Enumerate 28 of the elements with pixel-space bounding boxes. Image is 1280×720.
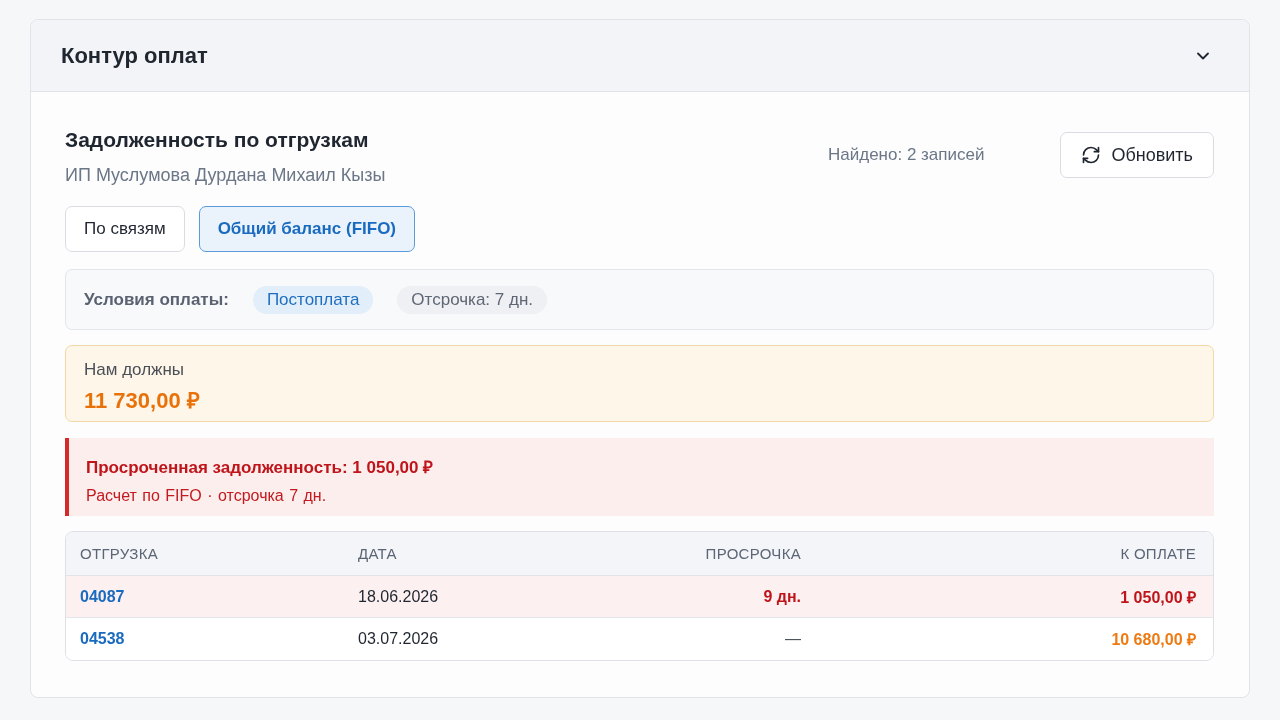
overdue-days-cell: 9 дн. <box>763 587 801 606</box>
column-header: ПРОСРОЧКА <box>705 545 801 562</box>
refresh-icon <box>1081 145 1102 165</box>
alert-details: Расчет по FIFO · отсрочка 7 дн. <box>86 487 327 505</box>
amount-cell-text: 1 050,00 ₽ <box>1120 587 1196 608</box>
shipment-link[interactable]: 04538 <box>80 630 125 648</box>
terms-tag: Отсрочка: 7 дн. <box>397 285 547 314</box>
records-count: Найдено: 2 записей <box>828 145 985 165</box>
section-title: Задолженность по отгрузкам <box>65 128 369 152</box>
column-header: ОТГРУЗКА <box>80 545 159 562</box>
amount-cell-text: 10 680,00 ₽ <box>1111 630 1196 650</box>
panel-header[interactable]: Контур оплат <box>31 20 1249 92</box>
date-cell: 18.06.2026 <box>358 587 439 606</box>
overdue-days-cell: — <box>785 630 801 648</box>
balance-label: Нам должны <box>84 360 185 380</box>
column-header: К ОПЛАТЕ <box>1120 545 1196 562</box>
client-name: ИП Муслумова Дурдана Михаил Кызы <box>65 165 386 186</box>
shipment-link[interactable]: 04087 <box>80 587 125 606</box>
view-tab[interactable]: Общий баланс (FIFO) <box>198 206 416 252</box>
panel-title: Контур оплат <box>61 42 208 69</box>
view-tab[interactable]: По связям <box>65 206 185 252</box>
date-cell: 03.07.2026 <box>358 630 439 648</box>
column-header: ДАТА <box>358 545 397 562</box>
terms-tag: Постоплата <box>252 285 374 314</box>
refresh-button[interactable]: Обновить <box>1060 132 1214 178</box>
balance-amount: 11 730,00 ₽ <box>84 387 200 414</box>
terms-label: Условия оплаты: <box>84 289 229 310</box>
alert-title: Просроченная задолженность: 1 050,00 ₽ <box>86 457 434 478</box>
